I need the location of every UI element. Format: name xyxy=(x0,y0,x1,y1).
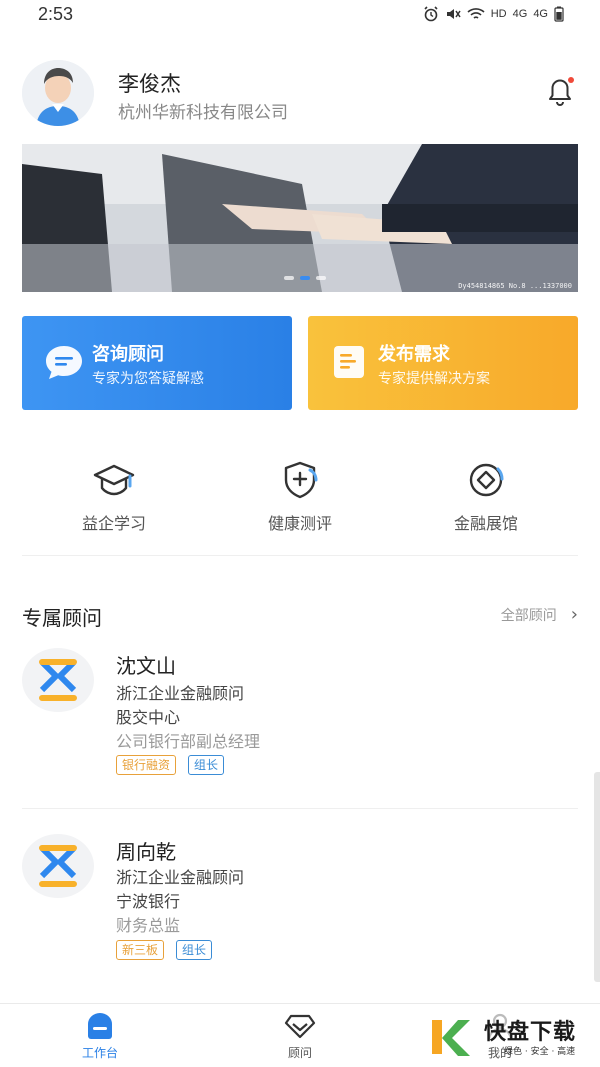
consult-title: 咨询顾问 xyxy=(92,344,164,365)
tab-advisor[interactable]: 顾问 xyxy=(240,1012,360,1061)
handshake-photo xyxy=(22,144,578,292)
advisor-tags: 银行融资 组长 xyxy=(116,755,225,775)
avatar[interactable] xyxy=(22,60,94,126)
tab-advisor-label: 顾问 xyxy=(287,1046,312,1060)
advisor-card[interactable]: 周向乾 浙江企业金融顾问 宁波银行 财务总监 新三板 组长 xyxy=(22,834,578,974)
watermark-tagline: 绿色 · 安全 · 高速 xyxy=(504,1047,576,1057)
status-bar: 2:53 HD 4G 4G xyxy=(0,0,600,30)
advisor-logo xyxy=(22,648,94,712)
advisor-logo-icon xyxy=(39,659,77,701)
feature-health[interactable]: 健康测评 xyxy=(230,460,370,540)
feature-learning-label: 益企学习 xyxy=(81,514,146,533)
tag-role: 组长 xyxy=(176,940,213,960)
chevron-right-icon: › xyxy=(570,604,578,625)
document-icon xyxy=(334,346,364,378)
advisor-position: 财务总监 xyxy=(116,916,181,935)
feature-health-label: 健康测评 xyxy=(267,514,332,533)
signal-4g-2: 4G xyxy=(533,8,548,20)
scroll-handle[interactable] xyxy=(594,772,600,982)
tab-workbench[interactable]: 工作台 xyxy=(40,1012,160,1061)
section-divider xyxy=(22,555,578,556)
tag-specialty: 银行融资 xyxy=(116,755,177,775)
graduation-cap-icon xyxy=(93,464,135,496)
tab-workbench-label: 工作台 xyxy=(81,1046,118,1060)
advisor-tags: 新三板 组长 xyxy=(116,940,213,960)
carousel-dot-active[interactable] xyxy=(300,276,310,280)
advisor-org: 股交中心 xyxy=(116,708,181,727)
publish-title: 发布需求 xyxy=(378,344,450,365)
wifi-icon xyxy=(467,8,485,19)
advisor-org: 宁波银行 xyxy=(116,892,181,911)
feature-finance-label: 金融展馆 xyxy=(453,514,518,533)
site-watermark: 快盘下载 绿色 · 安全 · 高速 xyxy=(428,1014,596,1060)
chat-bubble-icon xyxy=(46,346,82,379)
consult-advisor-card[interactable]: 咨询顾问 专家为您答疑解惑 xyxy=(22,316,292,410)
carousel-dot[interactable] xyxy=(284,276,294,280)
mute-icon xyxy=(446,9,461,19)
carousel-dots xyxy=(284,276,326,280)
advisor-name: 沈文山 xyxy=(116,654,176,678)
advisor-name: 周向乾 xyxy=(116,840,176,864)
all-advisors-label: 全部顾问 xyxy=(500,607,557,624)
advisor-logo-icon xyxy=(39,845,77,887)
all-advisors-link[interactable]: 全部顾问 › xyxy=(501,604,578,625)
advisor-card[interactable]: 沈文山 浙江企业金融顾问 股交中心 公司银行部副总经理 银行融资 组长 xyxy=(22,648,578,788)
feature-finance[interactable]: 金融展馆 xyxy=(416,460,556,540)
publish-demand-card[interactable]: 发布需求 专家提供解决方案 xyxy=(308,316,578,410)
advisor-divider xyxy=(22,808,578,809)
user-avatar-icon xyxy=(22,60,94,126)
bell-icon[interactable] xyxy=(544,74,576,108)
battery-icon xyxy=(554,6,564,22)
status-icons: HD 4G 4G xyxy=(423,6,564,22)
alarm-icon xyxy=(424,6,438,22)
advisor-logo xyxy=(22,834,94,898)
advisor-role: 浙江企业金融顾问 xyxy=(116,868,245,887)
advisor-position: 公司银行部副总经理 xyxy=(116,732,261,751)
profile-header: 李俊杰 杭州华新科技有限公司 xyxy=(22,60,578,126)
banner-watermark: Dy454814865 No.8 ...1337000 xyxy=(458,282,572,290)
tag-specialty: 新三板 xyxy=(116,940,165,960)
advisor-role: 浙江企业金融顾问 xyxy=(116,684,245,703)
signal-4g-1: 4G xyxy=(512,8,528,20)
carousel-dot[interactable] xyxy=(316,276,326,280)
shield-plus-icon xyxy=(284,461,318,499)
banner-carousel[interactable]: Dy454814865 No.8 ...1337000 xyxy=(22,144,578,292)
advisors-section-title: 专属顾问 xyxy=(22,606,102,630)
feature-learning[interactable]: 益企学习 xyxy=(44,460,184,540)
diamond-heart-icon xyxy=(284,1014,316,1039)
user-name: 李俊杰 xyxy=(118,72,181,96)
consult-subtitle: 专家为您答疑解惑 xyxy=(92,371,204,387)
finance-eye-icon xyxy=(469,463,504,497)
status-time: 2:53 xyxy=(38,4,74,24)
hd-indicator: HD xyxy=(490,8,507,20)
tag-role: 组长 xyxy=(188,755,225,775)
watermark-brand: 快盘下载 xyxy=(484,1020,577,1045)
watermark-k-logo xyxy=(432,1020,470,1056)
workbench-icon xyxy=(88,1013,112,1039)
publish-subtitle: 专家提供解决方案 xyxy=(378,371,490,387)
company-name: 杭州华新科技有限公司 xyxy=(118,103,288,123)
